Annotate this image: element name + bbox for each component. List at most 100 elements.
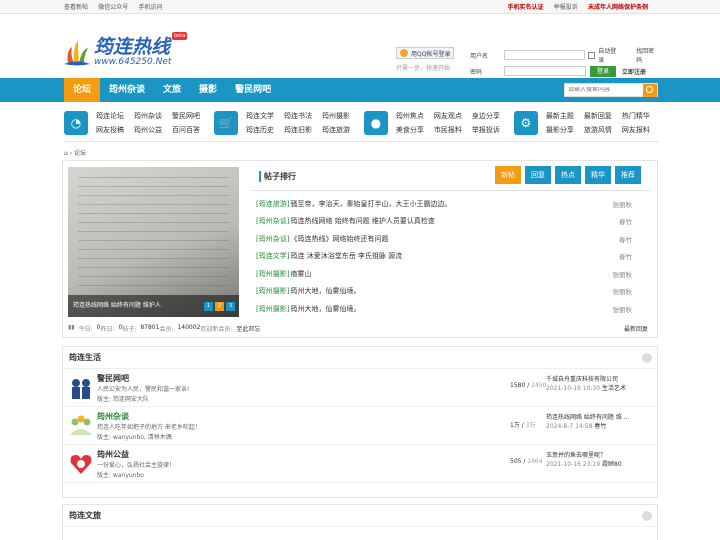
- quick-link[interactable]: 旅游风情: [584, 125, 612, 135]
- quick-link[interactable]: 身边分享: [472, 111, 500, 121]
- post-title[interactable]: 《筠连热线》网络始终还有问题: [290, 234, 388, 244]
- tab-hot[interactable]: 热点: [555, 166, 581, 184]
- newest-member[interactable]: 至此邓忘: [236, 324, 260, 333]
- report-link[interactable]: 举报投诉: [554, 4, 578, 11]
- quick-link[interactable]: 举报投诉: [472, 125, 500, 135]
- post-author[interactable]: 春竹: [619, 216, 632, 226]
- latest-reply-link[interactable]: 最新回复: [624, 324, 648, 333]
- minor-protection-link[interactable]: 未成年人网络保护条例: [588, 4, 648, 11]
- quick-link[interactable]: 网友观点: [434, 111, 462, 121]
- quick-link[interactable]: 筠连旅游: [322, 125, 350, 135]
- post-category[interactable]: [筠连文学]: [256, 251, 289, 261]
- last-post-user[interactable]: 霞陋80: [602, 461, 622, 468]
- forum-name[interactable]: 筠州公益: [97, 449, 129, 460]
- post-author[interactable]: 张丽秋: [613, 304, 633, 314]
- nav-item-forum[interactable]: 论坛: [64, 78, 101, 102]
- post-row[interactable]: [筠连旅游] 骚至帝，李治天，秦始皇打半山，大王小王霸边边。 张丽秋: [251, 195, 651, 213]
- wechat-link[interactable]: 微信公众号: [98, 4, 128, 11]
- username-input[interactable]: [503, 50, 586, 60]
- slide-dot[interactable]: 1: [204, 302, 213, 311]
- last-post-user[interactable]: 春竹: [594, 423, 606, 430]
- nav-item-police-cafe[interactable]: 警民网吧: [226, 78, 280, 102]
- nav-item-photography[interactable]: 摄影: [190, 78, 226, 102]
- password-input[interactable]: [504, 66, 586, 76]
- post-row[interactable]: [筠州摄影] 筠州大地，仙雾仙境。 张丽秋: [251, 283, 651, 301]
- forum-desc: 一份爱心，弘扬社会主旋律！: [97, 462, 176, 469]
- members-count: 140002: [177, 324, 201, 331]
- post-title[interactable]: 筠州大地，仙雾仙境。: [290, 286, 360, 296]
- post-category[interactable]: [筠州杂谈]: [256, 234, 289, 244]
- tab-new[interactable]: 新帖: [495, 166, 521, 184]
- quick-link[interactable]: 筠州公益: [134, 125, 162, 135]
- quick-link[interactable]: 筠连书法: [284, 111, 312, 121]
- quick-link[interactable]: 筠州摄影: [322, 111, 350, 121]
- collapse-icon[interactable]: [642, 353, 652, 363]
- new-posts-link[interactable]: 查看新帖: [64, 4, 88, 11]
- slide-dot[interactable]: 3: [226, 302, 235, 311]
- quick-link[interactable]: 筠连旧影: [284, 125, 312, 135]
- post-row[interactable]: [筠州摄影] 筠州大地，仙雾仙境。 张丽秋: [251, 300, 651, 318]
- slide-dot[interactable]: 2: [215, 302, 224, 311]
- mobile-link[interactable]: 手机访问: [139, 4, 163, 11]
- top-bar: 查看新帖 微信公众号 手机访问 手机实名认证 举报投诉 未成年人网络保护条例: [0, 0, 720, 14]
- post-category[interactable]: [筠州摄影]: [256, 304, 289, 314]
- post-author[interactable]: 张丽秋: [613, 269, 633, 279]
- post-title[interactable]: 骚至帝，李治天，秦始皇打半山，大王小王霸边边。: [290, 199, 451, 209]
- qq-login-button[interactable]: 用QQ帐号登录: [396, 47, 455, 59]
- site-logo[interactable]: 筠连热线 www.645250.Net beta: [64, 32, 188, 67]
- post-category[interactable]: [筠州摄影]: [256, 269, 289, 279]
- post-category[interactable]: [筠州摄影]: [256, 286, 289, 296]
- quick-link[interactable]: 筠连论坛: [96, 111, 124, 121]
- post-title[interactable]: 筠州大地，仙雾仙境。: [290, 304, 360, 314]
- quick-link[interactable]: 美食分享: [396, 125, 424, 135]
- login-button[interactable]: 登录: [590, 65, 616, 77]
- tab-reply[interactable]: 回复: [525, 166, 551, 184]
- tab-recommend[interactable]: 推荐: [615, 166, 641, 184]
- realname-link[interactable]: 手机实名认证: [507, 4, 543, 11]
- quick-link[interactable]: 市民报料: [434, 125, 462, 135]
- last-post-title[interactable]: 千城自舟重庆科技有限公司: [546, 375, 626, 384]
- post-category[interactable]: [筠连旅游]: [256, 199, 289, 209]
- quick-link[interactable]: 热门精华: [622, 111, 650, 121]
- auto-login-checkbox[interactable]: [588, 51, 596, 59]
- nav-item-junzhou-talk[interactable]: 筠州杂谈: [100, 78, 154, 102]
- post-author[interactable]: 春竹: [619, 251, 632, 261]
- slideshow[interactable]: 筠连热线网络 始终有问题 维护人 1 2 3: [68, 167, 239, 317]
- search-icon[interactable]: [643, 83, 657, 97]
- tab-digest[interactable]: 精华: [585, 166, 611, 184]
- nav-item-culture-travel[interactable]: 文旅: [154, 78, 190, 102]
- quick-link[interactable]: 摄影分享: [546, 125, 574, 135]
- last-post-title[interactable]: 筠连热线网络 始终有问题 维 ...: [546, 413, 629, 422]
- post-row[interactable]: [筠州摄影] 瘖雾山 张丽秋: [251, 265, 651, 283]
- post-author[interactable]: 张丽秋: [613, 286, 633, 296]
- quick-link[interactable]: 筠连文学: [246, 111, 274, 121]
- breadcrumb-forum[interactable]: 论坛: [74, 150, 86, 157]
- collapse-icon[interactable]: [642, 511, 652, 521]
- quick-link[interactable]: 筠州杂谈: [134, 111, 162, 121]
- forgot-password-link[interactable]: 找回密码: [636, 46, 660, 64]
- post-title[interactable]: 筠连 沐爱沐浴堂东岳 李氏祖脉 源流: [290, 251, 402, 261]
- post-row[interactable]: [筠连文学] 筠连 沐爱沐浴堂东岳 李氏祖脉 源流 春竹: [251, 248, 651, 266]
- quick-link[interactable]: 网友报料: [622, 125, 650, 135]
- quick-link[interactable]: 筠州焦点: [396, 111, 424, 121]
- quick-link[interactable]: 最新回复: [584, 111, 612, 121]
- search-input[interactable]: [565, 87, 643, 93]
- quick-link[interactable]: 筠连历史: [246, 125, 274, 135]
- quick-link[interactable]: 网友投稿: [96, 125, 124, 135]
- home-icon[interactable]: ⌂: [64, 150, 68, 157]
- post-author[interactable]: 春竹: [619, 234, 632, 244]
- post-row[interactable]: [筠州杂谈] 《筠连热线》网络始终还有问题 春竹: [251, 230, 651, 248]
- last-post-title[interactable]: 玉意并的鱼去哪里呢？: [546, 451, 622, 460]
- post-title[interactable]: 筠连热线网络 始终有问题 维护人员要认真检查: [290, 216, 434, 226]
- quick-link[interactable]: 最新主题: [546, 111, 574, 121]
- forum-name[interactable]: 筠州杂谈: [97, 411, 129, 422]
- post-author[interactable]: 张丽秋: [613, 199, 633, 209]
- forum-name[interactable]: 警民网吧: [97, 373, 129, 384]
- post-title[interactable]: 瘖雾山: [290, 269, 311, 279]
- post-row[interactable]: [筠州杂谈] 筠连热线网络 始终有问题 维护人员要认真检查 春竹: [251, 213, 651, 231]
- quick-link[interactable]: 百问百答: [172, 125, 200, 135]
- last-post-user[interactable]: 生活艺术: [602, 385, 626, 392]
- post-category[interactable]: [筠州杂谈]: [256, 216, 289, 226]
- register-link[interactable]: 立即注册: [622, 67, 646, 76]
- quick-link[interactable]: 警民网吧: [172, 111, 200, 121]
